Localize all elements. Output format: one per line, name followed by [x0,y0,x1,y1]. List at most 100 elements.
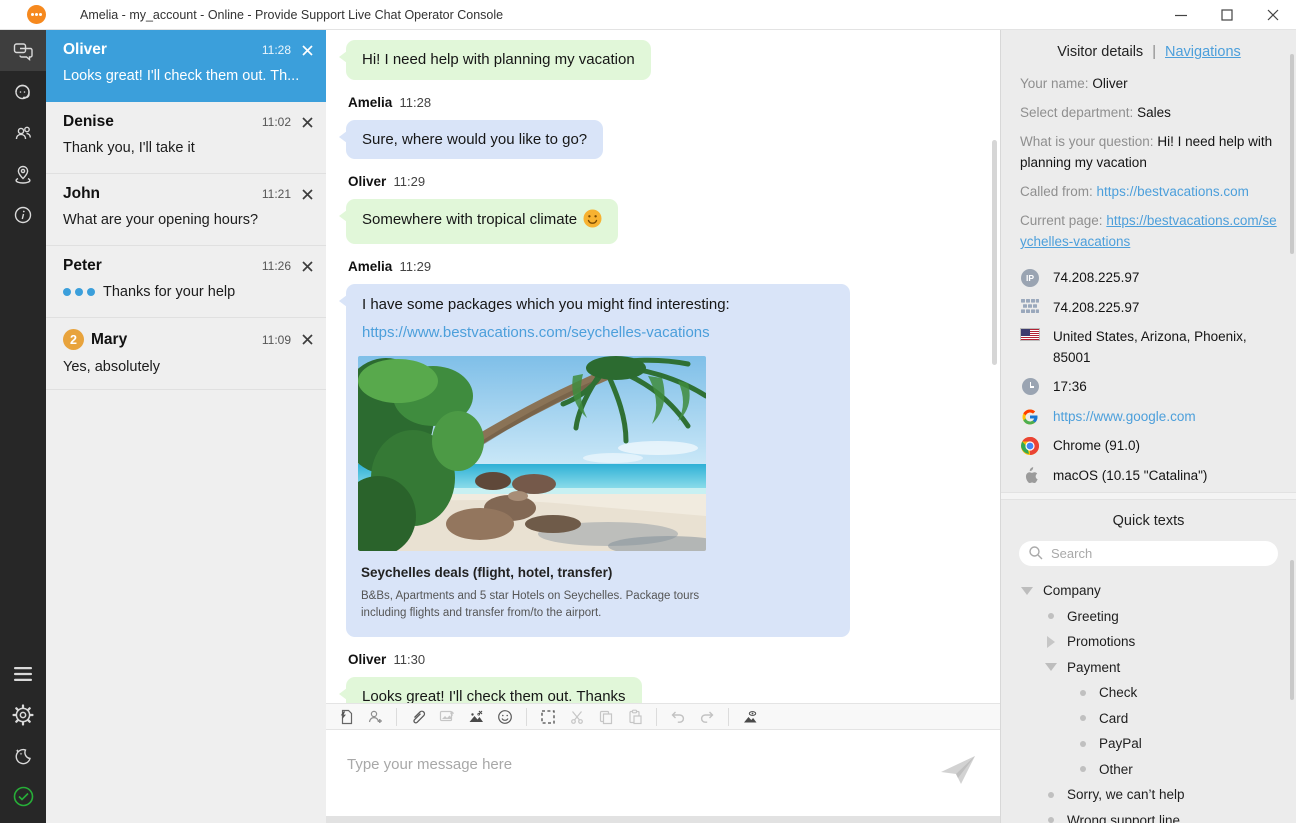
info-row-location: United States, Arizona, Phoenix, 85001 [1020,327,1278,369]
conversation-scrollbar[interactable] [992,140,997,365]
close-chat-icon[interactable] [302,189,313,200]
google-icon [1020,408,1040,426]
visitor-details-panel: Visitor details | Navigations Your name:… [1000,30,1296,823]
tree-node-paypal[interactable]: PayPal [1017,731,1280,757]
minimize-button[interactable] [1174,8,1188,22]
chat-preview: Yes, absolutely [63,359,313,375]
close-chat-icon[interactable] [302,261,313,272]
quick-texts-search-input[interactable] [1019,541,1278,566]
visitor-message-bubble: Looks great! I'll check them out. Thanks [346,677,642,703]
tree-node-promotions[interactable]: Promotions [1017,629,1280,655]
copy-icon[interactable] [594,706,618,728]
chat-time: 11:28 [262,43,291,57]
ip-grid-icon [1020,299,1040,313]
tree-node-other[interactable]: Other [1017,757,1280,783]
sidebar-chats-icon[interactable] [0,30,46,71]
chat-list-item-mary[interactable]: 2 Mary 11:09 Yes, absolutely [46,318,326,390]
called-from-link[interactable]: https://bestvacations.com [1097,184,1249,199]
unread-count-badge: 2 [63,329,84,350]
sidebar-settings-gear-icon[interactable] [0,694,46,735]
tree-node-wrong-line[interactable]: Wrong support line [1017,808,1280,823]
message-meta: Oliver 11:29 [348,174,980,189]
tab-navigations[interactable]: Navigations [1165,44,1241,60]
sidebar-location-icon[interactable] [0,153,46,194]
leaf-bullet-icon [1048,613,1054,619]
seychelles-beach-photo[interactable] [358,356,706,551]
collapsed-triangle-icon[interactable] [1047,636,1055,648]
message-meta: Amelia 11:29 [348,259,980,274]
expanded-triangle-icon[interactable] [1021,587,1033,595]
maximize-button[interactable] [1220,8,1234,22]
chrome-icon [1020,437,1040,455]
message-history[interactable]: Hi! I need help with planning my vacatio… [326,30,1000,703]
leaf-bullet-icon [1048,792,1054,798]
send-message-icon[interactable] [938,752,978,788]
sidebar-operator-headset-icon[interactable] [0,71,46,112]
select-area-icon[interactable] [536,706,560,728]
operator-message-bubble: I have some packages which you might fin… [346,284,850,637]
referrer-link[interactable]: https://www.google.com [1053,407,1278,428]
leaf-bullet-icon [1080,766,1086,772]
left-sidebar [0,30,46,823]
quick-texts-scrollbar[interactable] [1290,560,1294,700]
invite-operator-icon[interactable] [363,706,387,728]
chat-list-item-denise[interactable]: Denise 11:02 Thank you, I'll take it [46,102,326,174]
leaf-bullet-icon [1048,817,1054,823]
chat-list-item-oliver[interactable]: Oliver 11:28 Looks great! I'll check the… [46,30,326,102]
chat-name: John [63,185,262,203]
redo-icon[interactable] [695,706,719,728]
details-scrollbar[interactable] [1290,54,1294,254]
close-button[interactable] [1266,8,1280,22]
tree-node-company[interactable]: Company [1017,578,1280,604]
attach-file-icon[interactable] [406,706,430,728]
info-row-browser: Chrome (91.0) [1020,436,1278,457]
close-chat-icon[interactable] [302,117,313,128]
undo-icon[interactable] [666,706,690,728]
tab-visitor-details[interactable]: Visitor details [1057,44,1143,60]
link-preview-title: Seychelles deals (flight, hotel, transfe… [361,564,834,582]
chat-time: 11:26 [262,259,291,273]
sidebar-menu-icon[interactable] [0,653,46,694]
push-image-icon[interactable] [435,706,459,728]
tree-node-greeting[interactable]: Greeting [1017,604,1280,630]
sidebar-info-icon[interactable] [0,194,46,235]
clock-icon [1022,378,1039,395]
apple-icon [1020,467,1040,485]
us-flag-icon [1020,328,1040,341]
sidebar-moon-stars-icon[interactable] [0,735,46,776]
tree-node-check[interactable]: Check [1017,680,1280,706]
quick-texts-icon[interactable] [334,706,358,728]
tree-node-card[interactable]: Card [1017,706,1280,732]
paste-icon[interactable] [623,706,647,728]
package-link[interactable]: https://www.bestvacations.com/seychelles… [362,323,834,343]
tree-node-sorry[interactable]: Sorry, we can’t help [1017,782,1280,808]
conversation-pane: Hi! I need help with planning my vacatio… [326,30,1000,823]
tree-node-payment[interactable]: Payment [1017,655,1280,681]
chat-name: Oliver [63,41,262,59]
chat-time: 11:21 [262,187,291,201]
sidebar-status-online-icon[interactable] [0,776,46,817]
chat-preview: What are your opening hours? [63,212,313,228]
chat-list-item-peter[interactable]: Peter 11:26 Thanks for your help [46,246,326,318]
chat-preview: Looks great! I'll check them out. Th... [63,68,313,84]
leaf-bullet-icon [1080,715,1086,721]
close-chat-icon[interactable] [302,45,313,56]
visitor-message-bubble: Hi! I need help with planning my vacatio… [346,40,651,80]
panel-divider [1001,492,1296,500]
emoji-icon[interactable] [493,706,517,728]
sidebar-visitors-icon[interactable] [0,112,46,153]
chat-list-item-john[interactable]: John 11:21 What are your opening hours? [46,174,326,246]
chat-list: Oliver 11:28 Looks great! I'll check the… [46,30,326,823]
expanded-triangle-icon[interactable] [1045,663,1057,671]
screenshot-icon[interactable] [464,706,488,728]
chat-preview: Thank you, I'll take it [63,140,313,156]
quick-texts-title: Quick texts [1017,513,1280,529]
link-preview-description: B&Bs, Apartments and 5 star Hotels on Se… [361,588,741,623]
cut-icon[interactable] [565,706,589,728]
image-preview-icon[interactable] [738,706,762,728]
leaf-bullet-icon [1080,741,1086,747]
typing-indicator-icon [63,288,95,296]
close-chat-icon[interactable] [302,334,313,345]
message-input[interactable] [326,730,1000,816]
chat-preview: Thanks for your help [63,284,313,300]
